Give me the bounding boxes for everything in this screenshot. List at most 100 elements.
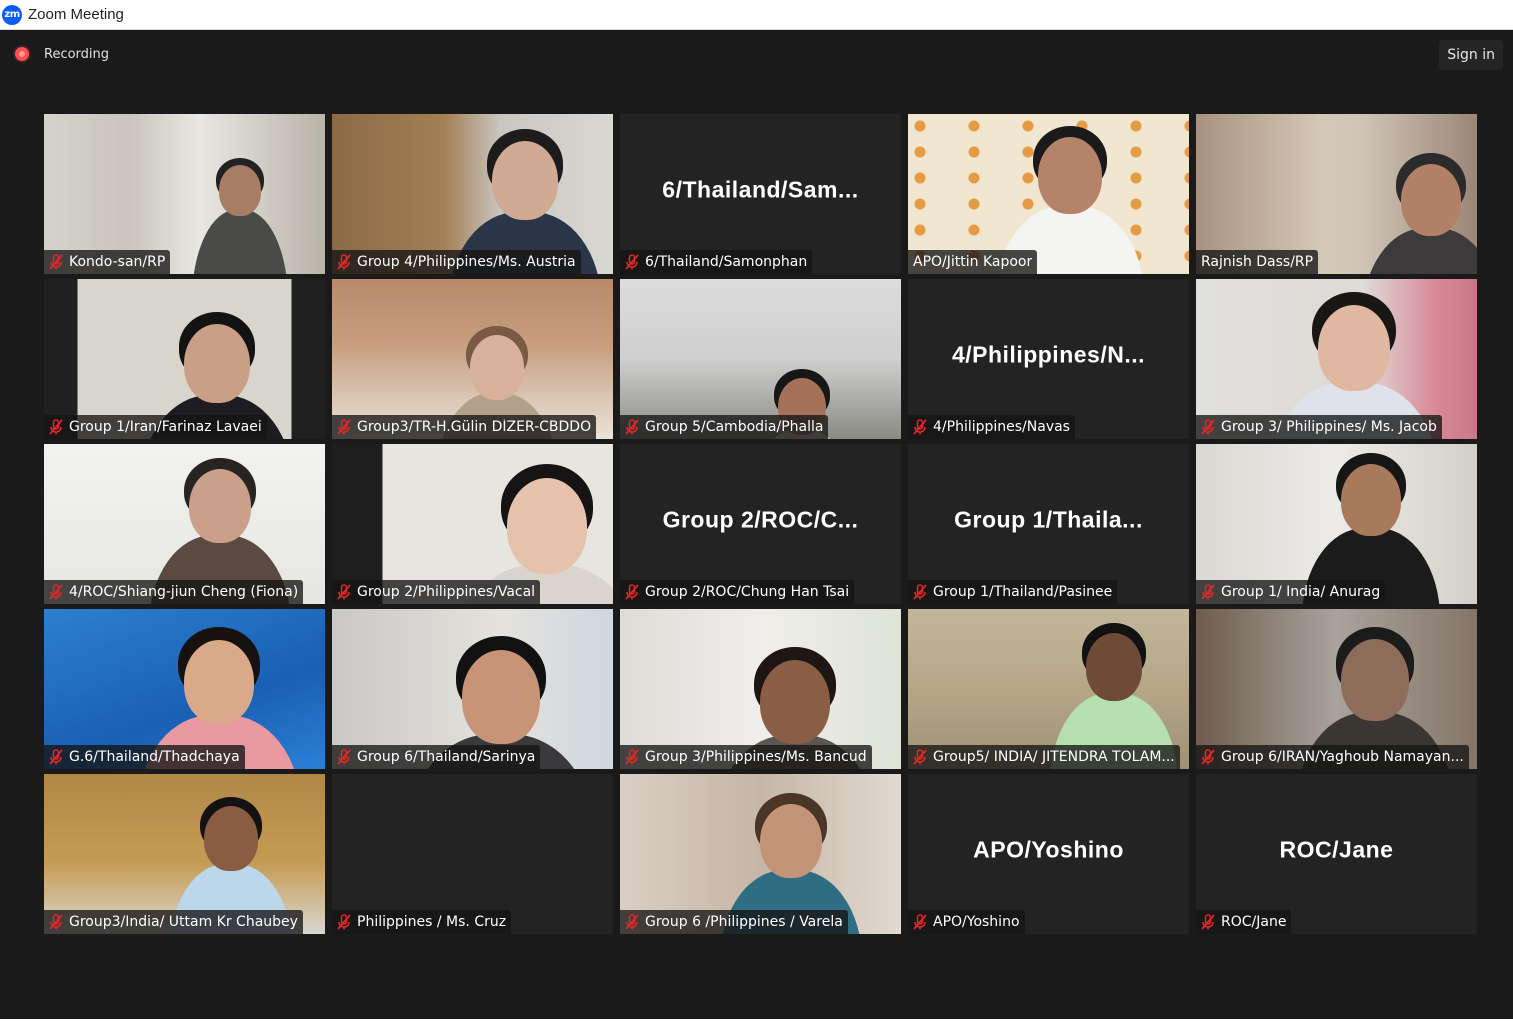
participant-name: Rajnish Dass/RP xyxy=(1201,254,1314,270)
participant-name-tag: Group 1/Iran/Farinaz Lavaei xyxy=(44,415,267,439)
participant-tile[interactable]: 4/ROC/Shiang-jiun Cheng (Fiona) xyxy=(44,444,325,604)
participant-tile[interactable]: Group 6/IRAN/Yaghoub Namayan... xyxy=(1196,609,1477,769)
recording-indicator[interactable]: Recording xyxy=(15,45,109,63)
active-speaker-tile[interactable]: APO/Jittin Kapoor xyxy=(908,114,1189,274)
participant-name-tag: 6/Thailand/Samonphan xyxy=(620,250,813,274)
participant-tile[interactable]: Group 2/ROC/C... Group 2/ROC/Chung Han Ts… xyxy=(620,444,901,604)
participant-face xyxy=(189,468,251,544)
participant-tile[interactable]: Group 4/Philippines/Ms. Austria xyxy=(332,114,613,274)
muted-microphone-icon xyxy=(47,253,65,271)
muted-microphone-icon xyxy=(335,418,353,436)
participant-face xyxy=(1341,463,1401,536)
muted-microphone-icon xyxy=(623,253,641,271)
muted-microphone-icon xyxy=(47,913,65,931)
muted-microphone-icon xyxy=(335,583,353,601)
participant-name: G.6/Thailand/Thadchaya xyxy=(69,749,240,765)
participant-name-tag: Group 3/ Philippines/ Ms. Jacob xyxy=(1196,415,1442,439)
participant-tile[interactable]: APO/Yoshino APO/Yoshino xyxy=(908,774,1189,934)
participant-tile[interactable]: Rajnish Dass/RP xyxy=(1196,114,1477,274)
meeting-top-bar: Recording Sign in xyxy=(0,30,1513,80)
muted-microphone-icon xyxy=(1199,418,1217,436)
participant-name-tag: Rajnish Dass/RP xyxy=(1196,250,1319,274)
sign-in-button[interactable]: Sign in xyxy=(1439,40,1503,70)
participant-name: Group 2/ROC/Chung Han Tsai xyxy=(645,584,850,600)
participant-name: 4/ROC/Shiang-jiun Cheng (Fiona) xyxy=(69,584,299,600)
participant-name: Group5/ INDIA/ JITENDRA TOLAM... xyxy=(933,749,1175,765)
participant-name: Group 6 /Philippines / Varela xyxy=(645,914,843,930)
participant-name-tag: Group 6 /Philippines / Varela xyxy=(620,910,848,934)
participant-face xyxy=(462,650,540,744)
participant-tile[interactable]: ROC/Jane ROC/Jane xyxy=(1196,774,1477,934)
participant-face xyxy=(492,141,558,221)
participant-tile[interactable]: 4/Philippines/N... 4/Philippines/Navas xyxy=(908,279,1189,439)
recording-dot-icon xyxy=(15,47,29,61)
muted-microphone-icon xyxy=(47,748,65,766)
muted-microphone-icon xyxy=(911,748,929,766)
participant-face xyxy=(219,165,261,216)
participant-face xyxy=(1318,304,1390,392)
participant-name: APO/Yoshino xyxy=(933,914,1020,930)
participant-tile[interactable]: Group 1/Thaila... Group 1/Thailand/Pasine… xyxy=(908,444,1189,604)
participant-name-tag: Group 5/Cambodia/Phalla xyxy=(620,415,829,439)
participant-name-tag: APO/Jittin Kapoor xyxy=(908,250,1038,274)
participant-name-tag: Group 4/Philippines/Ms. Austria xyxy=(332,250,581,274)
participant-tile[interactable]: G.6/Thailand/Thadchaya xyxy=(44,609,325,769)
participant-face xyxy=(1038,137,1102,214)
participant-tile[interactable]: Group5/ INDIA/ JITENDRA TOLAM... xyxy=(908,609,1189,769)
participant-tile[interactable]: Group 2/Philippines/Vacal xyxy=(332,444,613,604)
participant-name-tag: APO/Yoshino xyxy=(908,910,1025,934)
participant-name-tag: 4/ROC/Shiang-jiun Cheng (Fiona) xyxy=(44,580,304,604)
participant-name: Group 6/IRAN/Yaghoub Namayan... xyxy=(1221,749,1464,765)
muted-microphone-icon xyxy=(623,418,641,436)
participant-name-tag: ROC/Jane xyxy=(1196,910,1292,934)
muted-microphone-icon xyxy=(47,418,65,436)
participant-face xyxy=(507,478,587,575)
participant-tile[interactable]: Group 3/Philippines/Ms. Bancud xyxy=(620,609,901,769)
participant-tile[interactable]: Kondo-san/RP xyxy=(44,114,325,274)
muted-microphone-icon xyxy=(335,913,353,931)
participant-body xyxy=(1362,228,1477,274)
participant-name: 6/Thailand/Samonphan xyxy=(645,254,808,270)
participant-tile[interactable]: Philippines / Ms. Cruz xyxy=(332,774,613,934)
participant-tile[interactable]: Group 6/Thailand/Sarinya xyxy=(332,609,613,769)
participant-name-tag: Group 1/ India/ Anurag xyxy=(1196,580,1386,604)
participant-name: APO/Jittin Kapoor xyxy=(913,254,1033,270)
participant-name-tag: Group 3/Philippines/Ms. Bancud xyxy=(620,745,872,769)
participant-name-tag: Group3/TR-H.Gülin DİZER-CBDDO xyxy=(332,415,597,439)
participant-name: Kondo-san/RP xyxy=(69,254,166,270)
participant-tile[interactable]: Group 3/ Philippines/ Ms. Jacob xyxy=(1196,279,1477,439)
participant-tile[interactable]: Group3/TR-H.Gülin DİZER-CBDDO xyxy=(332,279,613,439)
participant-face xyxy=(1086,633,1142,701)
muted-microphone-icon xyxy=(335,253,353,271)
participant-name-tag: Group 2/Philippines/Vacal xyxy=(332,580,541,604)
participant-placeholder-name: 4/Philippines/N... xyxy=(951,341,1146,368)
muted-microphone-icon xyxy=(911,583,929,601)
participant-face xyxy=(184,324,250,404)
participant-tile[interactable]: Group3/India/ Uttam Kr Chaubey xyxy=(44,774,325,934)
participant-name: Group 6/Thailand/Sarinya xyxy=(357,749,536,765)
zoom-logo-icon: zm xyxy=(2,4,22,25)
participant-name-tag: Philippines / Ms. Cruz xyxy=(332,910,512,934)
participant-placeholder-name: Group 2/ROC/C... xyxy=(662,506,859,533)
participant-name-tag: 4/Philippines/Navas xyxy=(908,415,1075,439)
participant-face xyxy=(760,659,830,744)
muted-microphone-icon xyxy=(47,583,65,601)
participant-name: Group 1/Thailand/Pasinee xyxy=(933,584,1113,600)
participant-tile[interactable]: Group 5/Cambodia/Phalla xyxy=(620,279,901,439)
participant-name: Group 1/Iran/Farinaz Lavaei xyxy=(69,419,262,435)
muted-microphone-icon xyxy=(911,418,929,436)
participant-name: Group3/TR-H.Gülin DİZER-CBDDO xyxy=(357,419,592,435)
participant-placeholder-name: ROC/Jane xyxy=(1279,836,1394,863)
window-title: Zoom Meeting xyxy=(28,6,124,23)
participant-tile[interactable]: Group 1/ India/ Anurag xyxy=(1196,444,1477,604)
participant-tile[interactable]: 6/Thailand/Sam... 6/Thailand/Samonphan xyxy=(620,114,901,274)
participant-face xyxy=(1341,639,1409,722)
participant-tile[interactable]: Group 1/Iran/Farinaz Lavaei xyxy=(44,279,325,439)
participant-name: Group 3/Philippines/Ms. Bancud xyxy=(645,749,867,765)
participant-name: Group 5/Cambodia/Phalla xyxy=(645,419,824,435)
muted-microphone-icon xyxy=(1199,913,1217,931)
participant-tile[interactable]: Group 6 /Philippines / Varela xyxy=(620,774,901,934)
muted-microphone-icon xyxy=(623,748,641,766)
title-bar: zm Zoom Meeting xyxy=(0,0,1513,30)
participant-face xyxy=(184,639,254,724)
